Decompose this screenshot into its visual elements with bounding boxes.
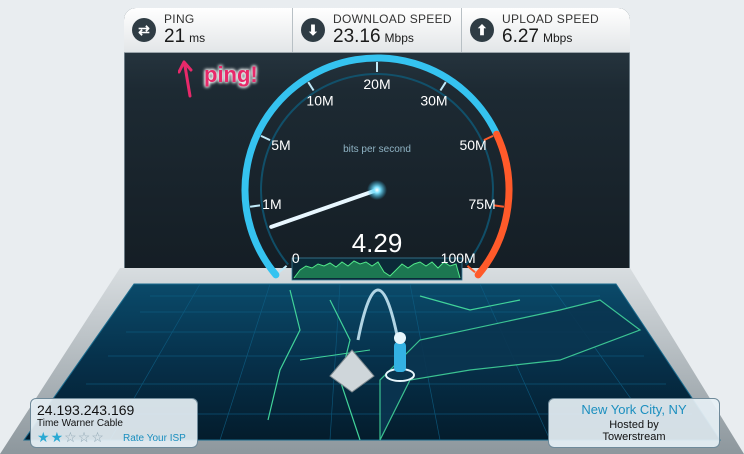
ping-value: 21 [164,26,186,47]
download-unit: Mbps [384,31,414,45]
upload-arrow-icon: ⬆ [470,18,494,42]
server-marker [329,349,375,393]
speedtest-panel: ⇄ PING 21 ms ⬇ DOWNLOAD SPEED 23.16 Mbps ⬆… [124,8,630,280]
upload-value: 6.27 [502,26,539,47]
upload-unit: Mbps [542,31,573,45]
stats-bar: ⇄ PING 21 ms ⬇ DOWNLOAD SPEED 23.16 Mbps ⬆… [124,8,630,53]
server-host-name: Towerstream [602,431,666,443]
ping-annotation-text: ping! [204,62,258,87]
server-info-box[interactable]: New York City, NY Hosted by Towerstream [548,398,720,448]
rate-isp-link[interactable]: Rate Your ISP [123,433,186,444]
ping-unit: ms [189,31,206,45]
ping-arrows-icon: ⇄ [132,18,156,42]
upload-label: UPLOAD SPEED [502,12,599,26]
user-location-marker [385,332,415,382]
isp-ip-address: 24.193.243.169 [37,402,135,418]
isp-rating-stars[interactable]: ★★☆☆☆ [37,429,105,446]
upload-stat: ⬆ UPLOAD SPEED 6.27 Mbps [462,8,630,52]
download-arrow-icon: ⬇ [301,18,325,42]
download-stat: ⬇ DOWNLOAD SPEED 23.16 Mbps [293,8,462,52]
star-outline-icon[interactable]: ☆ [91,429,105,445]
ping-label: PING [164,12,195,26]
ping-stat: ⇄ PING 21 ms [124,8,293,52]
star-icon[interactable]: ★ [51,429,65,445]
star-outline-icon[interactable]: ☆ [64,429,78,445]
download-label: DOWNLOAD SPEED [333,12,452,26]
hosted-by-label: Hosted by [609,419,659,431]
star-outline-icon[interactable]: ☆ [78,429,92,445]
server-city[interactable]: New York City, NY [549,402,719,417]
isp-name: Time Warner Cable [37,418,123,429]
ping-annotation: ping! [178,60,298,100]
download-value: 23.16 [333,26,381,47]
star-icon[interactable]: ★ [37,429,51,445]
isp-info-box: 24.193.243.169 Time Warner Cable ★★☆☆☆ R… [30,398,198,448]
